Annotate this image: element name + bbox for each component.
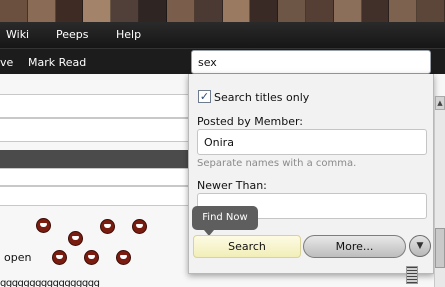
member-avatar-thumbnail[interactable] <box>111 0 140 22</box>
smiley-icon <box>116 250 131 265</box>
member-avatar-thumbnail[interactable] <box>194 0 223 22</box>
thread-status-text: open <box>4 251 32 264</box>
titles-only-checkbox[interactable]: ✓ <box>198 90 211 103</box>
nav-item-wiki[interactable]: Wiki <box>6 28 29 41</box>
posted-by-label: Posted by Member: <box>197 115 304 128</box>
chevron-down-icon[interactable]: ▼ <box>409 235 431 257</box>
smiley-icon <box>68 231 83 246</box>
member-photo-banner <box>0 0 445 22</box>
more-options-button[interactable]: More... <box>303 235 406 258</box>
main-nav-bar: Wiki Peeps Help <box>0 22 445 48</box>
posted-by-member-field[interactable] <box>197 129 427 155</box>
member-avatar-thumbnail[interactable] <box>333 0 362 22</box>
member-avatar-thumbnail[interactable] <box>27 0 56 22</box>
search-input[interactable] <box>191 50 431 74</box>
smiley-icon <box>52 250 67 265</box>
member-avatar-thumbnail[interactable] <box>83 0 112 22</box>
search-button[interactable]: Search <box>193 235 301 258</box>
forum-row <box>0 94 196 118</box>
member-avatar-thumbnail[interactable] <box>278 0 306 22</box>
separate-names-hint: Separate names with a comma. <box>197 158 357 169</box>
member-avatar-thumbnail[interactable] <box>139 0 167 22</box>
smiley-icon <box>132 219 147 234</box>
smiley-icon <box>36 218 51 233</box>
page-scrollbar[interactable]: ▲ <box>434 96 445 287</box>
forum-row <box>0 186 196 206</box>
grip-handle-icon[interactable] <box>406 266 418 284</box>
member-avatar-thumbnail[interactable] <box>389 0 418 22</box>
member-avatar-thumbnail[interactable] <box>417 0 445 22</box>
forum-row <box>0 118 196 142</box>
nav-item-help[interactable]: Help <box>116 28 141 41</box>
smiley-icon <box>84 250 99 265</box>
scrollbar-thumb[interactable] <box>435 228 445 268</box>
mark-read-link[interactable]: Mark Read <box>28 56 86 69</box>
forum-row <box>0 168 196 186</box>
scroll-up-arrow-icon[interactable]: ▲ <box>435 96 445 110</box>
smiley-icon <box>100 219 115 234</box>
member-avatar-thumbnail[interactable] <box>0 0 28 22</box>
forum-section-header <box>0 150 196 168</box>
newer-than-label: Newer Than: <box>197 179 267 192</box>
member-avatar-thumbnail[interactable] <box>166 0 195 22</box>
thread-snippet-text: ggggggggggggggggg <box>0 278 100 287</box>
member-avatar-thumbnail[interactable] <box>305 0 334 22</box>
member-avatar-thumbnail[interactable] <box>55 0 84 22</box>
member-avatar-thumbnail[interactable] <box>250 0 279 22</box>
titles-only-label: Search titles only <box>214 91 310 104</box>
member-avatar-thumbnail[interactable] <box>222 0 251 22</box>
forum-page: Wiki Peeps Help ve Mark Read open gggggg… <box>0 0 445 287</box>
nav-item-peeps[interactable]: Peeps <box>56 28 89 41</box>
member-avatar-thumbnail[interactable] <box>361 0 390 22</box>
sub-nav-item-partial[interactable]: ve <box>0 56 13 69</box>
find-now-tooltip: Find Now <box>192 206 258 236</box>
